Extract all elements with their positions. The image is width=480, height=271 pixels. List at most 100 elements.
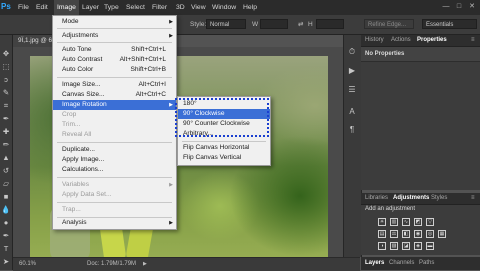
menu-type[interactable]: Type bbox=[104, 0, 119, 15]
minimize-icon[interactable]: — bbox=[441, 2, 451, 12]
menu-view[interactable]: View bbox=[191, 0, 206, 15]
channel-mixer-icon[interactable]: ◎ bbox=[426, 230, 434, 238]
panel-menu-icon[interactable]: ≡ bbox=[471, 35, 475, 46]
quick-select-tool-icon[interactable]: ✎ bbox=[1, 88, 11, 98]
path-select-tool-icon[interactable]: ➤ bbox=[1, 257, 11, 267]
document-info[interactable]: Doc: 1.79M/1.79M bbox=[87, 258, 136, 271]
menu-item-reveal-all[interactable]: Reveal All bbox=[53, 130, 176, 140]
vibrance-icon[interactable]: ▽ bbox=[426, 218, 434, 226]
menu-window[interactable]: Window bbox=[212, 0, 236, 15]
menu-item-auto-contrast[interactable]: Auto Contrast Alt+Shift+Ctrl+L bbox=[53, 55, 176, 65]
style-select[interactable]: Normal bbox=[206, 19, 246, 29]
panel-menu-icon[interactable]: ≡ bbox=[471, 193, 475, 204]
selective-color-icon[interactable]: ◈ bbox=[414, 242, 422, 250]
menu-item-flip-horizontal[interactable]: Flip Canvas Horizontal bbox=[178, 143, 270, 153]
gradient-tool-icon[interactable]: ■ bbox=[1, 192, 11, 202]
history-brush-tool-icon[interactable]: ↺ bbox=[1, 166, 11, 176]
lasso-tool-icon[interactable]: ↄ bbox=[1, 75, 11, 85]
maximize-icon[interactable]: □ bbox=[454, 2, 464, 12]
height-field[interactable] bbox=[316, 19, 344, 29]
menu-image[interactable]: Image bbox=[54, 0, 79, 15]
type-tool-icon[interactable]: T bbox=[1, 244, 11, 254]
zoom-level[interactable]: 60.1% bbox=[19, 258, 36, 271]
adjustments-hint: Add an adjustment bbox=[365, 206, 416, 212]
properties-panel: History Actions Properties ≡ No Properti… bbox=[361, 35, 480, 190]
eyedropper-tool-icon[interactable]: ✒ bbox=[1, 114, 11, 124]
menu-separator bbox=[57, 177, 172, 178]
crop-tool-icon[interactable]: ⌗ bbox=[1, 101, 11, 111]
character-panel-icon[interactable]: A bbox=[347, 107, 357, 117]
submenu-arrow-icon: ▶ bbox=[169, 220, 173, 226]
color-lookup-icon[interactable]: ▦ bbox=[438, 230, 446, 238]
actions-panel-icon[interactable]: ▶ bbox=[347, 66, 357, 76]
menu-filter[interactable]: Filter bbox=[152, 0, 167, 15]
menu-item-mode[interactable]: Mode ▶ bbox=[53, 17, 176, 27]
gradient-map-icon[interactable]: ▬ bbox=[426, 242, 434, 250]
exposure-icon[interactable]: ◩ bbox=[414, 218, 422, 226]
tab-channels[interactable]: Channels bbox=[389, 258, 414, 269]
menu-item-image-rotation[interactable]: Image Rotation ▶ bbox=[53, 100, 176, 110]
close-icon[interactable]: ✕ bbox=[467, 2, 477, 12]
menu-edit[interactable]: Edit bbox=[36, 0, 48, 15]
refine-edge-button[interactable]: Refine Edge... bbox=[364, 19, 414, 29]
posterize-icon[interactable]: ▨ bbox=[390, 242, 398, 250]
marquee-tool-icon[interactable]: ⬚ bbox=[1, 62, 11, 72]
menu-layer[interactable]: Layer bbox=[82, 0, 99, 15]
tab-adjustments[interactable]: Adjustments bbox=[393, 193, 429, 204]
curves-icon[interactable]: ∿ bbox=[402, 218, 410, 226]
brush-tool-icon[interactable]: ✏ bbox=[1, 140, 11, 150]
blur-tool-icon[interactable]: 💧 bbox=[1, 205, 11, 215]
eraser-tool-icon[interactable]: ▱ bbox=[1, 179, 11, 189]
paragraph-panel-icon[interactable]: ¶ bbox=[347, 125, 357, 135]
menu-file[interactable]: File bbox=[18, 0, 29, 15]
menu-item-auto-color[interactable]: Auto Color Shift+Ctrl+B bbox=[53, 65, 176, 75]
healing-tool-icon[interactable]: ✚ bbox=[1, 127, 11, 137]
threshold-icon[interactable]: ◪ bbox=[402, 242, 410, 250]
pen-tool-icon[interactable]: ✒ bbox=[1, 231, 11, 241]
brightness-icon[interactable]: ☀ bbox=[378, 218, 386, 226]
menu-item-image-size[interactable]: Image Size... Alt+Ctrl+I bbox=[53, 80, 176, 90]
tab-properties[interactable]: Properties bbox=[417, 35, 447, 46]
tab-paths[interactable]: Paths bbox=[419, 258, 434, 269]
dodge-tool-icon[interactable]: ● bbox=[1, 218, 11, 228]
menu-item-trim[interactable]: Trim... bbox=[53, 120, 176, 130]
menu-item-flip-vertical[interactable]: Flip Canvas Vertical bbox=[178, 153, 270, 163]
tab-actions[interactable]: Actions bbox=[391, 35, 411, 46]
tab-libraries[interactable]: Libraries bbox=[365, 193, 388, 204]
properties-panel-icon[interactable]: ☰ bbox=[347, 85, 357, 95]
tab-layers[interactable]: Layers bbox=[365, 258, 384, 269]
history-panel-icon[interactable]: ⏱ bbox=[347, 47, 357, 57]
width-label: W bbox=[252, 21, 259, 28]
menu-item-crop[interactable]: Crop bbox=[53, 110, 176, 120]
move-tool-icon[interactable]: ✥ bbox=[1, 49, 11, 59]
menu-item-apply-image[interactable]: Apply Image... bbox=[53, 155, 176, 165]
menu-item-auto-tone[interactable]: Auto Tone Shift+Ctrl+L bbox=[53, 45, 176, 55]
hue-saturation-icon[interactable]: ▤ bbox=[378, 230, 386, 238]
tab-styles[interactable]: Styles bbox=[431, 193, 447, 204]
invert-icon[interactable]: ◑ bbox=[378, 242, 386, 250]
width-field[interactable] bbox=[260, 19, 288, 29]
menu-item-duplicate[interactable]: Duplicate... bbox=[53, 145, 176, 155]
adjustments-panel-tabs: Libraries Adjustments Styles ≡ bbox=[361, 193, 480, 205]
submenu-arrow-icon: ▶ bbox=[169, 182, 173, 188]
workspace-select[interactable]: Essentials bbox=[422, 19, 477, 29]
status-arrow-icon[interactable]: ▶ bbox=[143, 258, 147, 271]
levels-icon[interactable]: ▥ bbox=[390, 218, 398, 226]
menu-item-trap[interactable]: Trap... bbox=[53, 205, 176, 215]
menu-item-analysis[interactable]: Analysis ▶ bbox=[53, 218, 176, 228]
style-label: Style: bbox=[190, 21, 207, 28]
color-balance-icon[interactable]: ⚖ bbox=[390, 230, 398, 238]
menu-help[interactable]: Help bbox=[243, 0, 257, 15]
menu-item-apply-data-set[interactable]: Apply Data Set... bbox=[53, 190, 176, 200]
swap-icon[interactable]: ⇄ bbox=[298, 15, 303, 34]
menu-item-adjustments[interactable]: Adjustments ▶ bbox=[53, 31, 176, 41]
menu-3d[interactable]: 3D bbox=[176, 0, 185, 15]
photo-filter-icon[interactable]: ◉ bbox=[414, 230, 422, 238]
menu-item-canvas-size[interactable]: Canvas Size... Alt+Ctrl+C bbox=[53, 90, 176, 100]
tab-history[interactable]: History bbox=[365, 35, 384, 46]
menu-item-variables[interactable]: Variables ▶ bbox=[53, 180, 176, 190]
menu-select[interactable]: Select bbox=[126, 0, 145, 15]
menu-item-calculations[interactable]: Calculations... bbox=[53, 165, 176, 175]
black-white-icon[interactable]: ◧ bbox=[402, 230, 410, 238]
stamp-tool-icon[interactable]: ▲ bbox=[1, 153, 11, 163]
